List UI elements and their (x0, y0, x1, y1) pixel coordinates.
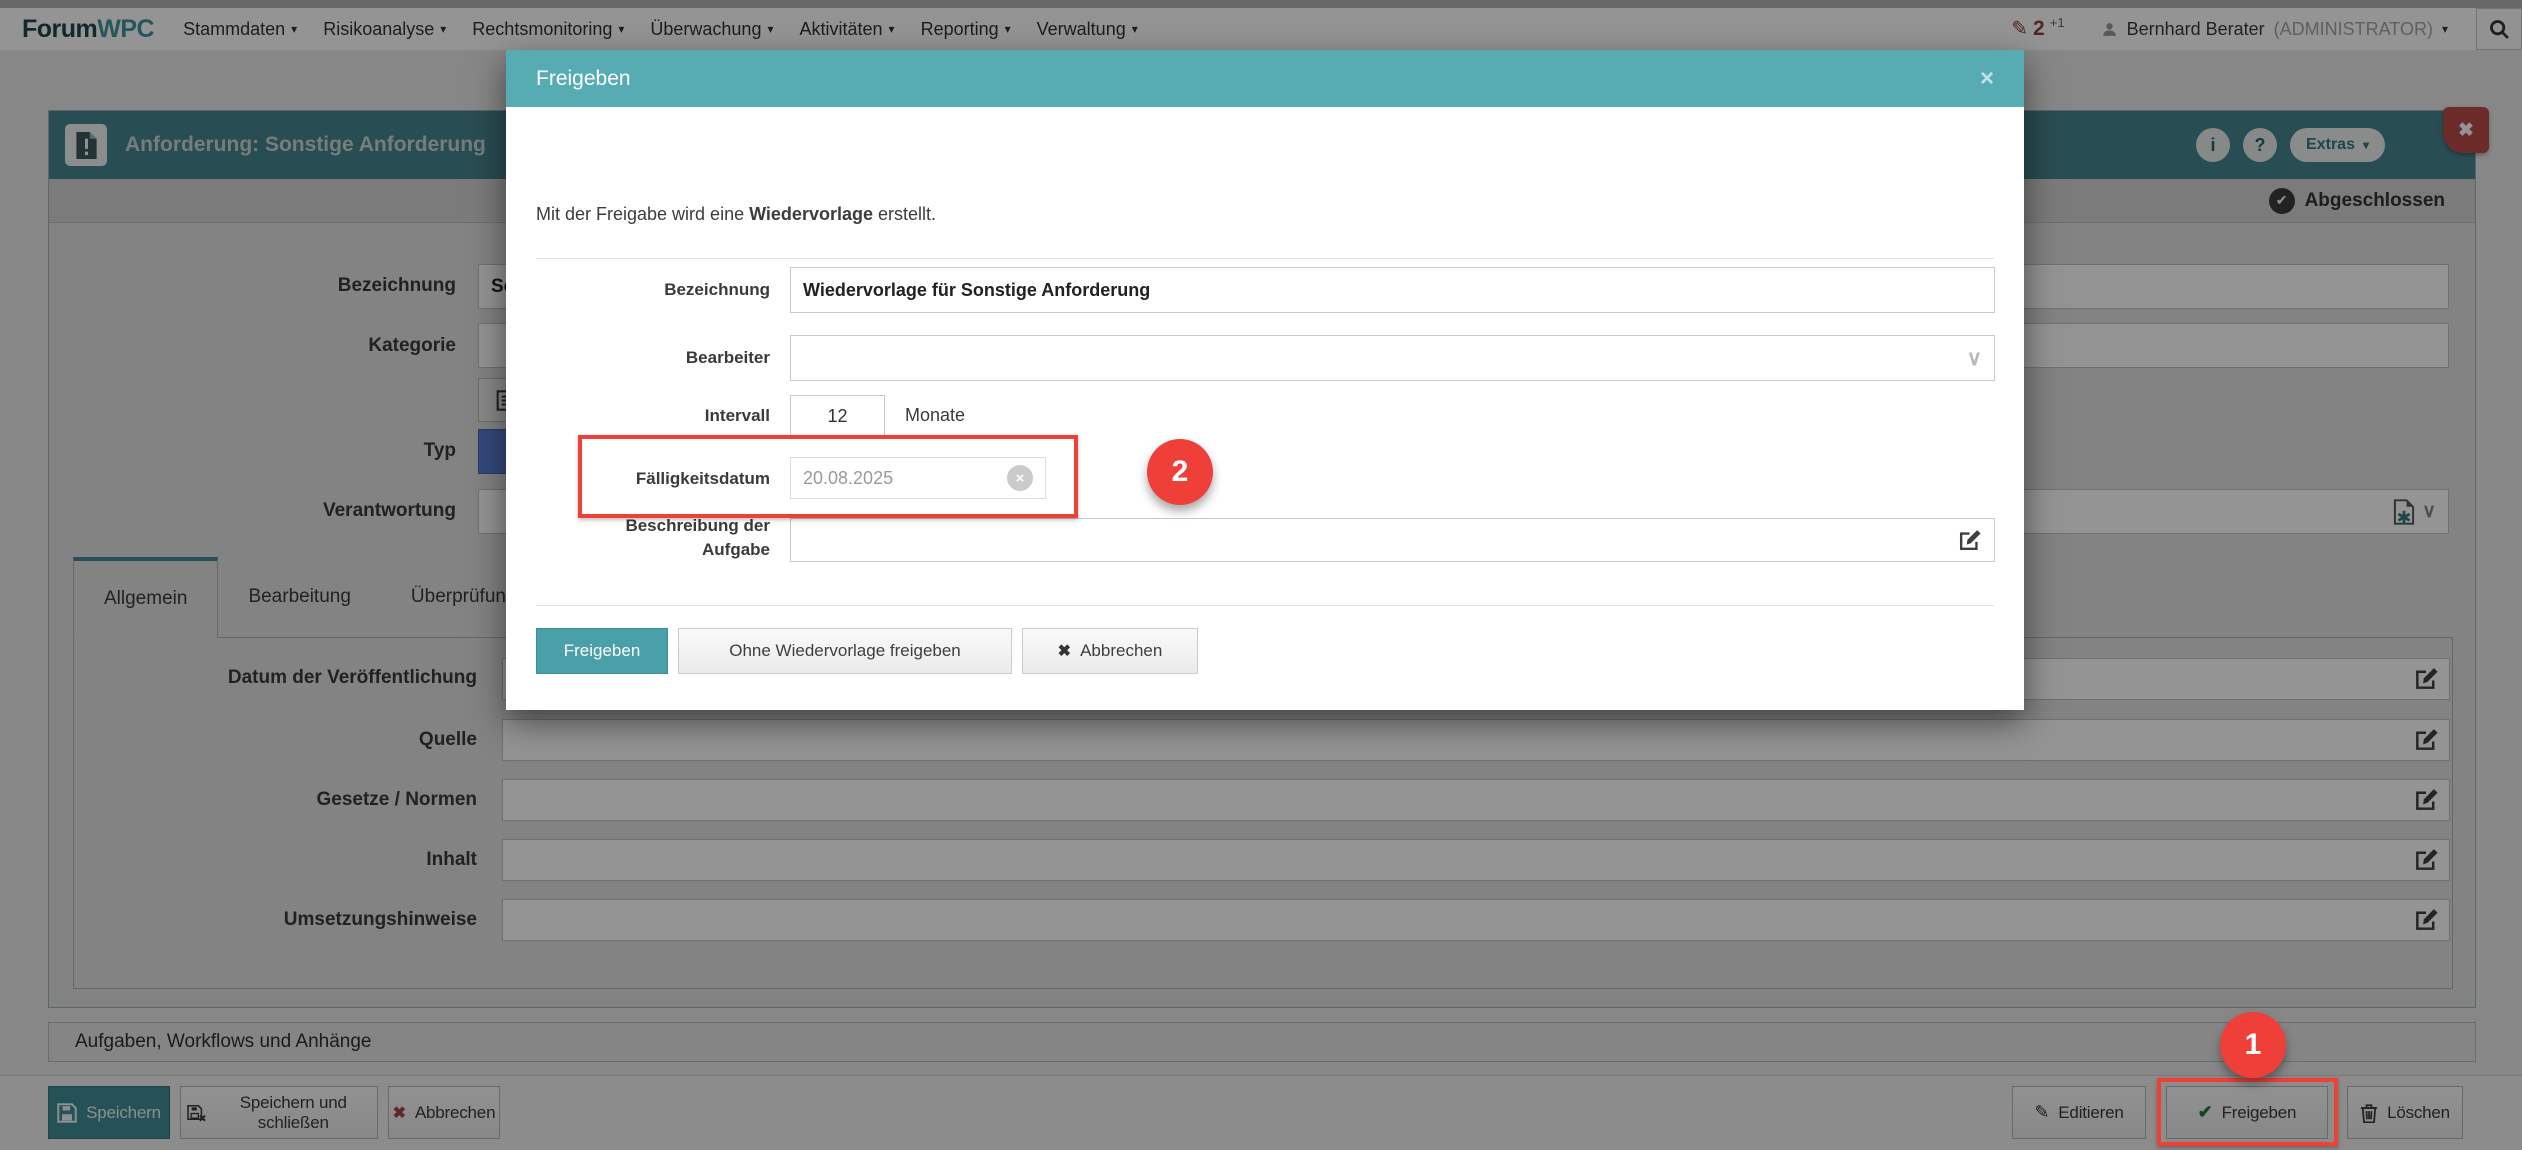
chevron-down-icon: ∨ (1967, 346, 1982, 371)
dialog-bezeichnung-value: Wiedervorlage für Sonstige Anforderung (803, 280, 1150, 301)
dialog-label-intervall: Intervall (506, 406, 770, 426)
intro-bold: Wiedervorlage (749, 204, 873, 224)
dialog-bearbeiter-select[interactable]: ∨ (790, 335, 1995, 381)
dialog-intervall-value: 12 (827, 406, 847, 427)
dialog-label-bezeichnung: Bezeichnung (506, 280, 770, 300)
dialog-cancel-label: Abbrechen (1080, 641, 1162, 661)
dialog-release-label: Freigeben (564, 641, 641, 661)
dialog-close-button[interactable]: × (1980, 67, 1994, 91)
dialog-intervall-unit: Monate (905, 405, 965, 426)
annotation-step-1: 1 (2220, 1012, 2286, 1078)
dialog-beschreibung-input[interactable] (790, 518, 1995, 562)
dialog-title: Freigeben (536, 67, 631, 91)
dialog-bezeichnung-input[interactable]: Wiedervorlage für Sonstige Anforderung (790, 267, 1995, 313)
annotation-step-2: 2 (1147, 439, 1213, 505)
intro-pre: Mit der Freigabe wird eine (536, 204, 749, 224)
dialog-label-bearbeiter: Bearbeiter (506, 348, 770, 368)
dialog-release-without-button[interactable]: Ohne Wiedervorlage freigeben (678, 628, 1012, 674)
dialog-release-without-label: Ohne Wiedervorlage freigeben (729, 641, 961, 661)
edit-icon[interactable] (1957, 528, 1982, 553)
annotation-highlight-duedate (578, 435, 1078, 518)
divider (536, 605, 1994, 606)
intro-post: erstellt. (873, 204, 936, 224)
dialog-intro-text: Mit der Freigabe wird eine Wiedervorlage… (536, 204, 936, 225)
annotation-highlight-release (2157, 1078, 2338, 1146)
freigeben-dialog: Freigeben × Mit der Freigabe wird eine W… (506, 50, 2024, 710)
dialog-cancel-button[interactable]: ✖ Abbrechen (1022, 628, 1198, 674)
dialog-label-beschreibung: Beschreibung der Aufgabe (506, 514, 770, 562)
beschreibung-label-line2: Aufgabe (702, 540, 770, 559)
beschreibung-label-line1: Beschreibung der (625, 516, 770, 535)
dialog-release-button[interactable]: Freigeben (536, 628, 668, 674)
cancel-x-icon: ✖ (1058, 641, 1071, 661)
dialog-intervall-input[interactable]: 12 (790, 395, 885, 437)
app-screen: ForumWPC Stammdaten▾ Risikoanalyse▾ Rech… (0, 0, 2522, 1150)
divider (536, 258, 1994, 259)
dialog-header: Freigeben × (506, 50, 2024, 107)
